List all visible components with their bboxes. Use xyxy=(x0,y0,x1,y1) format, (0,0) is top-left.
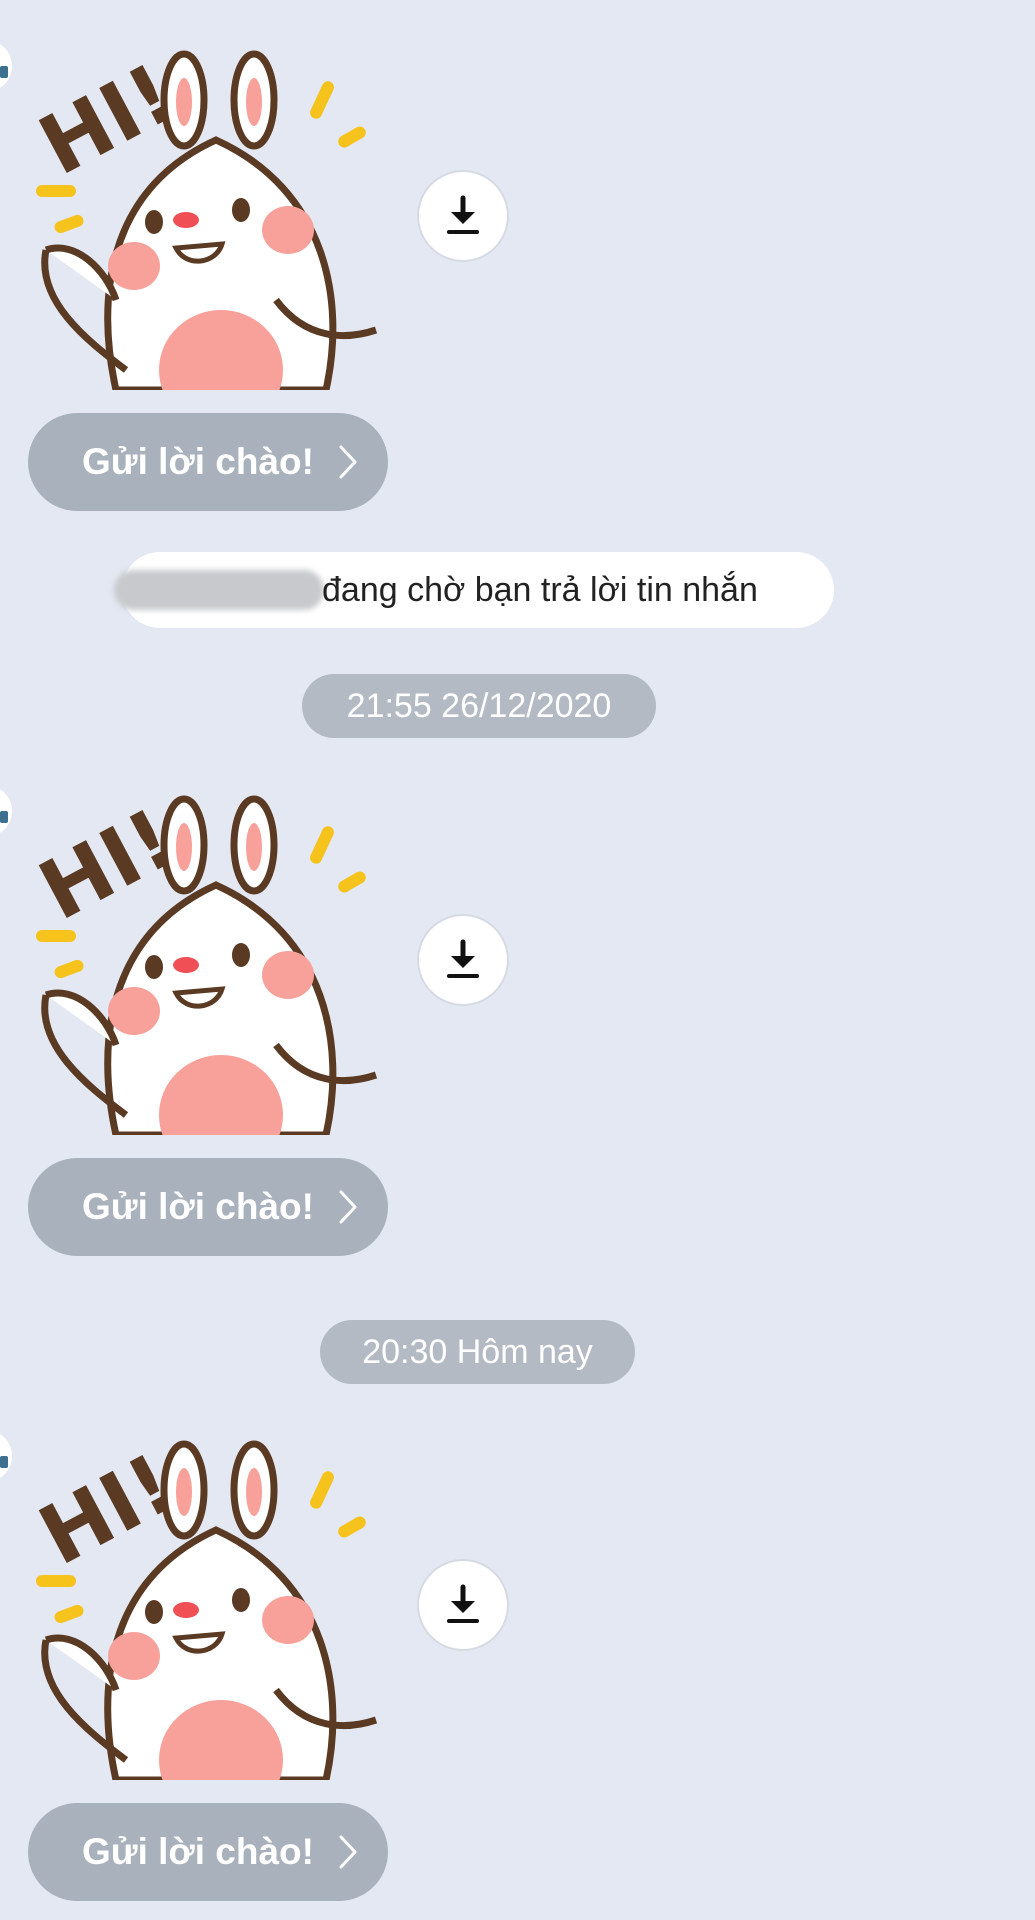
download-icon xyxy=(447,939,479,978)
download-button[interactable] xyxy=(417,1559,509,1651)
download-button[interactable] xyxy=(417,914,509,1006)
timestamp-pill: 20:30 Hôm nay xyxy=(320,1320,635,1384)
bunny-sticker-image: HI! xyxy=(26,791,378,1135)
chevron-right-icon xyxy=(339,1190,357,1224)
download-icon xyxy=(447,195,479,234)
hi-bunny-sticker[interactable]: HI! xyxy=(26,1430,396,1780)
send-greeting-label: Gửi lời chào! xyxy=(82,441,314,482)
download-button[interactable] xyxy=(417,170,509,262)
send-greeting-button[interactable]: Gửi lời chào! xyxy=(28,1803,388,1901)
send-greeting-label: Gửi lời chào! xyxy=(82,1831,314,1872)
send-greeting-button[interactable]: Gửi lời chào! xyxy=(28,413,388,511)
sender-avatar[interactable] xyxy=(0,785,12,837)
hi-bunny-sticker[interactable]: HI! xyxy=(26,785,396,1135)
bunny-sticker-image: HI! xyxy=(26,1436,378,1780)
sender-avatar[interactable] xyxy=(0,40,12,92)
send-greeting-label: Gửi lời chào! xyxy=(82,1186,314,1227)
timestamp-text: 20:30 Hôm nay xyxy=(362,1332,593,1371)
send-greeting-button[interactable]: Gửi lời chào! xyxy=(28,1158,388,1256)
redacted-name xyxy=(114,570,324,610)
hi-bunny-sticker[interactable]: HI! xyxy=(26,40,396,390)
sender-avatar[interactable] xyxy=(0,1430,12,1482)
timestamp-pill: 21:55 26/12/2020 xyxy=(302,674,656,738)
download-icon xyxy=(447,1584,479,1623)
bunny-sticker-image: HI! xyxy=(26,46,378,390)
chevron-right-icon xyxy=(339,445,357,479)
notice-text: đang chờ bạn trả lời tin nhắn xyxy=(322,570,758,609)
timestamp-text: 21:55 26/12/2020 xyxy=(346,686,612,725)
chevron-right-icon xyxy=(339,1835,357,1869)
waiting-reply-notice: đang chờ bạn trả lời tin nhắn xyxy=(114,552,834,628)
